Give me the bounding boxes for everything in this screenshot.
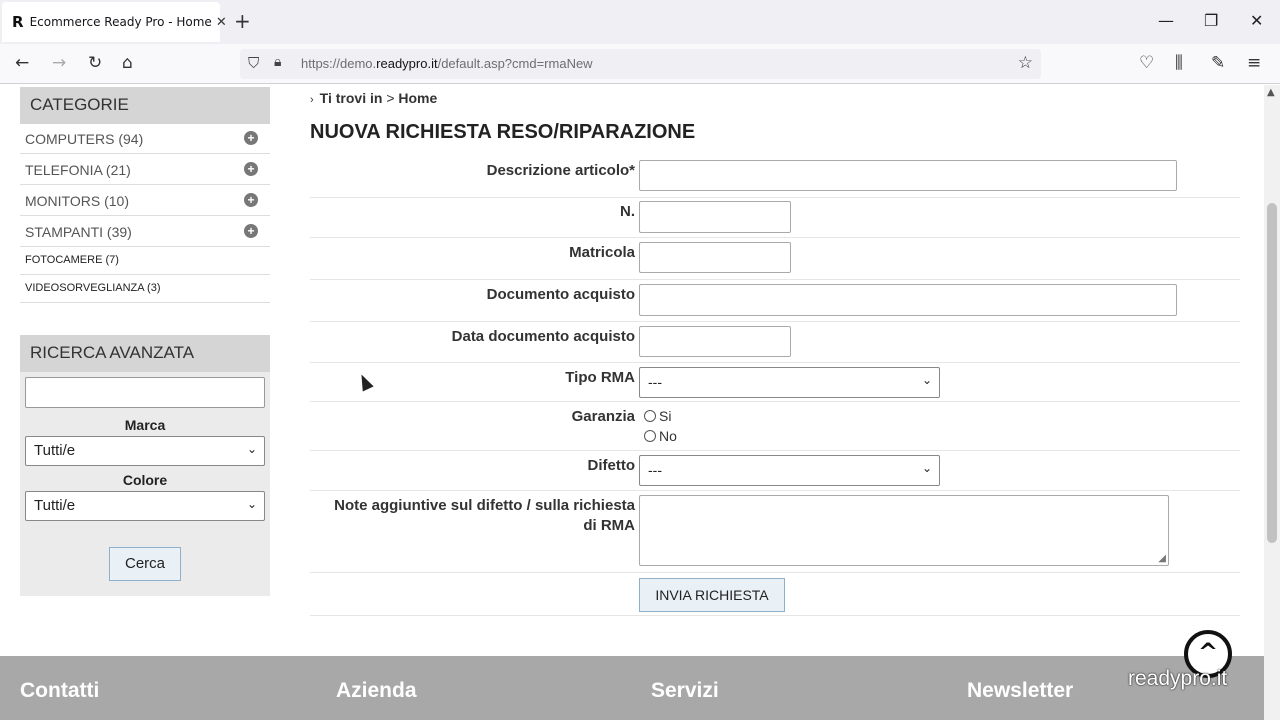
footer: Contatti Azienda Servizi Newsletter (0, 656, 1264, 720)
footer-contacts-heading: Contatti (20, 679, 100, 702)
number-input[interactable] (639, 201, 791, 233)
advanced-search-input[interactable] (25, 377, 265, 408)
chevron-down-icon: ⌄ (921, 461, 932, 475)
form-row-defect: Difetto --- ⌄ (310, 451, 1240, 491)
restore-icon[interactable]: ❐ (1204, 12, 1218, 30)
document-date-input[interactable] (639, 326, 791, 357)
navigation-bar: ← → ↻ ⌂ ⛉ 🔒︎ https://demo.readypro.it/de… (0, 44, 1280, 84)
number-label: N. (620, 203, 635, 220)
description-label: Descrizione articolo* (486, 162, 635, 179)
tab-title: Ecommerce Ready Pro - Home (29, 15, 212, 29)
library-icon[interactable]: ⫼ (1175, 53, 1183, 73)
form-row-serial: Matricola (310, 238, 1240, 280)
chevron-down-icon: ⌄ (921, 373, 932, 387)
footer-services-heading: Servizi (651, 679, 719, 702)
breadcrumb: › Ti trovi in > Home (310, 90, 438, 106)
expand-plus-icon[interactable]: + (244, 224, 258, 238)
document-label: Documento acquisto (486, 286, 635, 303)
warranty-label: Garanzia (571, 408, 635, 425)
chevron-down-icon: ⌄ (246, 442, 257, 456)
category-item[interactable]: STAMPANTI (39) + (20, 216, 270, 247)
category-item[interactable]: FOTOCAMERE (7) (20, 247, 270, 275)
radio-button[interactable] (644, 430, 656, 442)
rma-type-label: Tipo RMA (565, 369, 635, 386)
footer-company-heading: Azienda (336, 679, 417, 702)
extension-icon[interactable]: ✎ (1211, 53, 1225, 73)
reload-icon[interactable]: ↻ (88, 53, 102, 73)
bookmark-star-icon[interactable]: ☆ (1018, 53, 1033, 73)
chevron-down-icon: ⌄ (246, 497, 257, 511)
tab-bar: R Ecommerce Ready Pro - Home ✕ + — ❐ ✕ (0, 0, 1280, 44)
notes-label: Note aggiuntive sul difetto / sulla rich… (334, 497, 635, 534)
category-item[interactable]: MONITORS (10) + (20, 185, 270, 216)
page-content: CATEGORIE COMPUTERS (94) + TELEFONIA (21… (0, 85, 1264, 720)
categories-title: CATEGORIE (20, 87, 270, 124)
notes-textarea[interactable]: ◢ (639, 495, 1169, 566)
form-row-number: N. (310, 198, 1240, 238)
advanced-search-title: RICERCA AVANZATA (20, 335, 270, 372)
pocket-icon[interactable]: ♡ (1139, 53, 1154, 73)
url-text[interactable]: https://demo.readypro.it/default.asp?cmd… (301, 56, 593, 71)
defect-label: Difetto (587, 457, 636, 474)
document-input[interactable] (639, 284, 1177, 316)
serial-input[interactable] (639, 242, 791, 273)
expand-plus-icon[interactable]: + (244, 193, 258, 207)
color-select[interactable]: Tutti/e ⌄ (25, 491, 265, 521)
tracking-shield-icon[interactable]: ⛉ (248, 54, 259, 72)
chevron-right-icon: › (310, 94, 314, 106)
browser-tab[interactable]: R Ecommerce Ready Pro - Home ✕ (2, 2, 227, 42)
scrollbar-thumb[interactable] (1267, 203, 1277, 543)
close-window-icon[interactable]: ✕ (1250, 12, 1263, 30)
menu-icon[interactable]: ≡ (1247, 53, 1261, 73)
brand-watermark: readypro.it (1128, 667, 1228, 690)
page-title: NUOVA RICHIESTA RESO/RIPARAZIONE (310, 121, 696, 143)
home-icon[interactable]: ⌂ (122, 53, 133, 73)
expand-plus-icon[interactable]: + (244, 131, 258, 145)
form-row-document: Documento acquisto (310, 280, 1240, 322)
warranty-no-option[interactable]: No (644, 428, 677, 444)
form-row-document-date: Data documento acquisto (310, 322, 1240, 363)
brand-label: Marca (124, 417, 166, 433)
category-item[interactable]: COMPUTERS (94) + (20, 123, 270, 154)
footer-newsletter-heading: Newsletter (967, 679, 1074, 702)
breadcrumb-home-link[interactable]: Home (398, 90, 437, 106)
category-item[interactable]: VIDEOSORVEGLIANZA (3) (20, 275, 270, 303)
brand-select[interactable]: Tutti/e ⌄ (25, 436, 265, 466)
warranty-yes-option[interactable]: Si (644, 408, 671, 424)
tab-close-icon[interactable]: ✕ (216, 15, 227, 30)
lock-icon[interactable]: 🔒︎ (274, 54, 281, 70)
site-favicon-icon: R (12, 13, 24, 31)
radio-button[interactable] (644, 410, 656, 422)
serial-label: Matricola (569, 244, 635, 261)
minimize-icon[interactable]: — (1158, 12, 1174, 30)
submit-request-button[interactable]: INVIA RICHIESTA (639, 578, 785, 612)
new-tab-icon[interactable]: + (234, 10, 251, 32)
form-row-notes: Note aggiuntive sul difetto / sulla rich… (310, 491, 1240, 573)
category-item[interactable]: TELEFONIA (21) + (20, 154, 270, 185)
form-row-submit: INVIA RICHIESTA (310, 573, 1240, 616)
description-input[interactable] (639, 160, 1177, 191)
search-button[interactable]: Cerca (109, 547, 181, 581)
document-date-label: Data documento acquisto (451, 328, 635, 345)
expand-plus-icon[interactable]: + (244, 162, 258, 176)
resize-grip-icon[interactable]: ◢ (1158, 553, 1166, 564)
form-row-description: Descrizione articolo* (310, 158, 1240, 198)
categories-list: COMPUTERS (94) + TELEFONIA (21) + MONITO… (20, 123, 270, 303)
scroll-up-arrow-icon[interactable]: ▲ (1267, 87, 1275, 98)
back-icon[interactable]: ← (15, 53, 29, 73)
advanced-search-box: RICERCA AVANZATA Marca Tutti/e ⌄ Colore … (20, 335, 270, 596)
rma-type-select[interactable]: --- ⌄ (639, 367, 940, 398)
color-label: Colore (122, 472, 168, 488)
url-bar[interactable]: ⛉ 🔒︎ https://demo.readypro.it/default.as… (240, 49, 1041, 79)
form-row-rma-type: Tipo RMA --- ⌄ (310, 363, 1240, 402)
forward-icon[interactable]: → (52, 53, 66, 73)
defect-select[interactable]: --- ⌄ (639, 455, 940, 486)
form-row-warranty: Garanzia Si No (310, 402, 1240, 451)
page-scrollbar[interactable]: ▲ (1264, 85, 1280, 720)
